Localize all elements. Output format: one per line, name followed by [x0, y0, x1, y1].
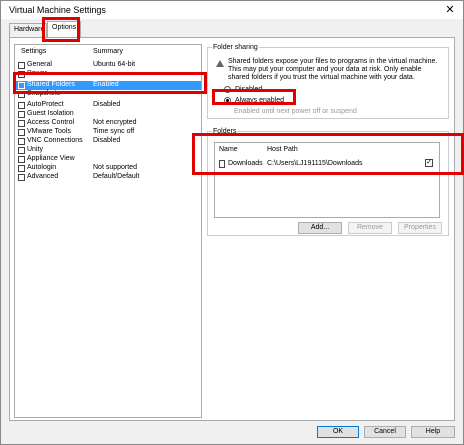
list-item-access-control[interactable]: Access Control Not encrypted [15, 119, 201, 128]
radio-disabled-label: Disabled [235, 86, 263, 93]
folders-legend: Folders [212, 128, 238, 135]
list-item-value: Disabled [93, 101, 121, 108]
folders-group: Folders Name Host Path Downloads C:\User… [207, 128, 449, 236]
list-item-name: Appliance View [27, 155, 75, 162]
settings-list: Settings Summary General Ubuntu 64-bit P… [14, 44, 202, 418]
list-item-name: Power [27, 70, 47, 77]
list-item-name: Unity [27, 146, 43, 153]
list-item-name: VNC Connections [27, 137, 83, 144]
guest-isolation-icon [18, 111, 25, 118]
general-icon [18, 62, 25, 69]
access-control-icon [18, 120, 25, 127]
list-item-value: Default/Default [93, 173, 140, 180]
tab-hardware[interactable]: Hardware [9, 23, 47, 37]
list-item-name: General [27, 61, 52, 68]
folder-sharing-group: Folder sharing Shared folders expose you… [207, 44, 449, 119]
list-item-name: Guest Isolation [27, 110, 74, 117]
add-button[interactable]: Add... [298, 222, 342, 234]
list-item-unity[interactable]: Unity [15, 146, 201, 155]
radio-always-enabled-label: Always enabled [235, 97, 285, 104]
folder-icon [219, 160, 225, 168]
list-item-power[interactable]: Power [15, 70, 201, 79]
list-item-name: Autologin [27, 164, 57, 171]
appliance-view-icon [18, 156, 25, 163]
list-item-value: Time sync off [93, 128, 135, 135]
remove-button[interactable]: Remove [348, 222, 392, 234]
ok-button[interactable]: OK [317, 426, 359, 438]
list-item-value: Enabled [93, 81, 119, 88]
list-item-name: VMware Tools [27, 128, 71, 135]
list-item-shared-folders[interactable]: Shared Folders Enabled [15, 81, 201, 90]
power-icon [18, 71, 25, 78]
close-icon[interactable]: ✕ [443, 3, 457, 16]
folder-sharing-legend: Folder sharing [212, 44, 259, 51]
list-item-snapshots[interactable]: Snapshots [15, 90, 201, 99]
settings-list-header: Settings Summary [15, 45, 201, 59]
window-title: Virtual Machine Settings [9, 5, 106, 15]
column-settings: Settings [21, 48, 47, 55]
title-bar: Virtual Machine Settings ✕ [1, 1, 463, 19]
list-item-name: Snapshots [27, 90, 61, 97]
radio-disabled[interactable] [224, 86, 231, 93]
list-item-guest-isolation[interactable]: Guest Isolation [15, 110, 201, 119]
folder-sharing-warning: Shared folders expose your files to prog… [228, 58, 438, 81]
options-page: Settings Summary General Ubuntu 64-bit P… [9, 37, 455, 421]
column-host-path: Host Path [267, 146, 298, 153]
list-item-value: Ubuntu 64-bit [93, 61, 136, 68]
list-item-name: AutoProtect [27, 101, 64, 108]
list-item-autoprotect[interactable]: AutoProtect Disabled [15, 101, 201, 110]
folders-table: Name Host Path Downloads C:\Users\LJ1911… [214, 142, 440, 218]
column-summary: Summary [93, 48, 123, 55]
autoprotect-icon [18, 102, 25, 109]
cancel-button[interactable]: Cancel [364, 426, 406, 438]
help-button[interactable]: Help [411, 426, 455, 438]
list-item-vnc-connections[interactable]: VNC Connections Disabled [15, 137, 201, 146]
properties-button[interactable]: Properties [398, 222, 442, 234]
list-item-appliance-view[interactable]: Appliance View [15, 155, 201, 164]
unity-icon [18, 147, 25, 154]
vm-settings-window: Virtual Machine Settings ✕ Hardware Opti… [0, 0, 464, 445]
folder-enabled-checkbox[interactable]: ✓ [425, 159, 433, 167]
shared-folders-icon [18, 82, 25, 89]
radio-always-enabled[interactable] [224, 97, 231, 104]
tab-options[interactable]: Options [47, 21, 81, 37]
folder-row-path[interactable]: C:\Users\LJ191115\Downloads [267, 160, 362, 167]
list-item-value: Not supported [93, 164, 137, 171]
autologin-icon [18, 165, 25, 172]
snapshots-icon [18, 91, 25, 98]
list-item-general[interactable]: General Ubuntu 64-bit [15, 61, 201, 70]
folder-row-name[interactable]: Downloads [228, 160, 263, 167]
advanced-icon [18, 174, 25, 181]
warning-icon [216, 60, 224, 67]
column-name: Name [219, 146, 238, 153]
list-item-name: Shared Folders [27, 81, 75, 88]
list-item-name: Access Control [27, 119, 75, 126]
list-item-name: Advanced [27, 173, 59, 180]
list-item-autologin[interactable]: Autologin Not supported [15, 164, 201, 173]
enabled-until-note: Enabled until next power off or suspend [234, 108, 357, 115]
list-item-value: Not encrypted [93, 119, 137, 126]
vmware-tools-icon [18, 129, 25, 136]
list-item-advanced[interactable]: Advanced Default/Default [15, 173, 201, 182]
list-item-vmware-tools[interactable]: VMware Tools Time sync off [15, 128, 201, 137]
list-item-value: Disabled [93, 137, 121, 144]
vnc-icon [18, 138, 25, 145]
